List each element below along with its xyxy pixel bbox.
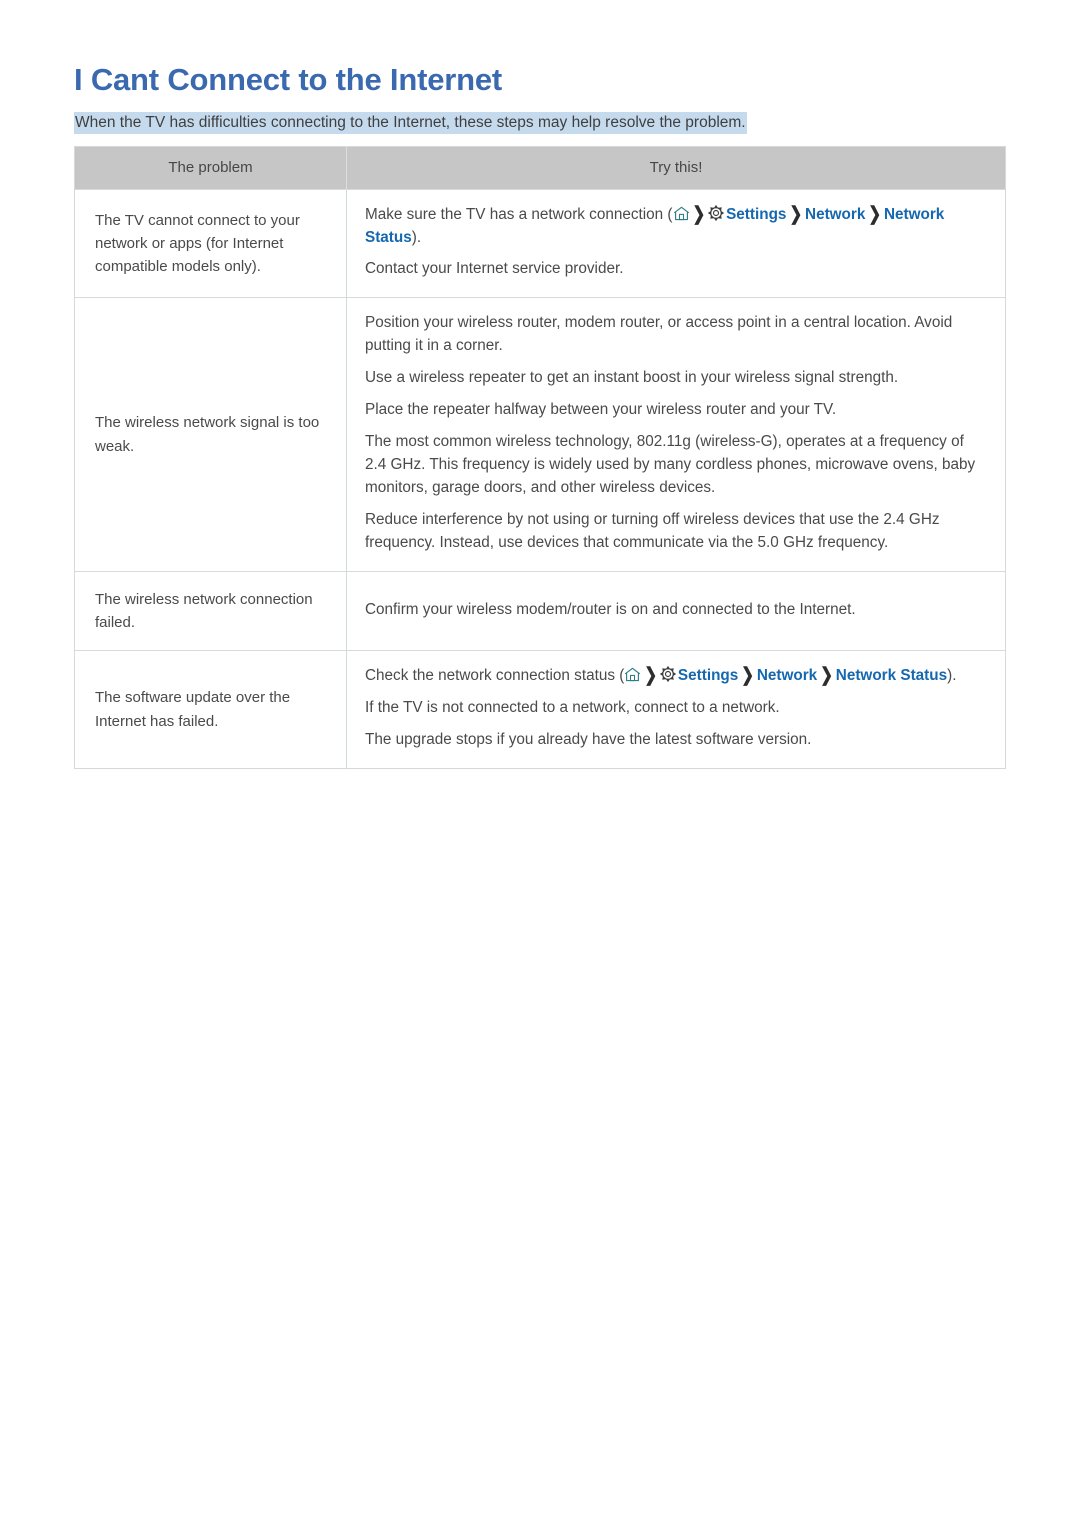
chevron-right-icon: ❯ [692,203,706,225]
page-subtitle: When the TV has difficulties connecting … [74,111,747,134]
solution-cell: Confirm your wireless modem/router is on… [346,570,1006,651]
chevron-right-icon: ❯ [789,203,803,225]
table-row: The wireless network connection failed. … [74,570,1006,651]
table-row: The software update over the Internet ha… [74,650,1006,769]
solution-item: Use a wireless repeater to get an instan… [365,369,899,387]
document-page: I Cant Connect to the Internet When the … [0,0,1080,1527]
solution-item: Contact your Internet service provider. [365,260,624,278]
table-header-row: The problem Try this! [74,146,1006,190]
problem-cell: The wireless network signal is too weak. [74,297,347,572]
solution-item: Confirm your wireless modem/router is on… [365,600,856,618]
gear-icon [708,204,726,221]
solution-cell: Make sure the TV has a network connectio… [346,188,1006,298]
column-header-try-this: Try this! [346,146,1006,190]
network-link[interactable]: Network [757,667,817,684]
solution-cell: Position your wireless router, modem rou… [346,297,1006,572]
table-row: The wireless network signal is too weak.… [74,297,1006,572]
solution-suffix-text: ). [947,667,957,685]
solution-item: The most common wireless technology, 802… [365,433,976,496]
page-subtitle-container: When the TV has difficulties connecting … [74,111,1006,134]
chevron-right-icon: ❯ [868,203,881,225]
troubleshooting-table: The problem Try this! The TV cannot conn… [74,145,1006,770]
settings-link[interactable]: Settings [678,667,738,684]
gear-icon [659,666,678,683]
solution-item: Position your wireless router, modem rou… [365,314,953,355]
solution-item: Place the repeater halfway between your … [365,401,837,419]
chevron-right-icon: ❯ [741,665,754,687]
problem-cell: The wireless network connection failed. [74,570,347,651]
network-status-link[interactable]: Network Status [836,667,947,684]
solution-prefix-text: Check the network connection status ( [365,667,625,685]
solution-item: Make sure the TV has a network connectio… [365,203,983,250]
solution-suffix-text: ). [411,228,422,246]
chevron-right-icon: ❯ [644,665,657,687]
table-body: The TV cannot connect to your network or… [74,188,1006,769]
solution-prefix-text: Make sure the TV has a network connectio… [365,205,673,223]
solution-item: Check the network connection status (❯ Se… [365,665,983,688]
chevron-right-icon: ❯ [820,665,833,687]
home-icon [624,667,641,682]
network-link[interactable]: Network [805,206,865,223]
solution-item: Reduce interference by not using or turn… [365,510,940,551]
solution-cell: Check the network connection status (❯ Se… [346,650,1006,769]
table-row: The TV cannot connect to your network or… [74,188,1006,298]
problem-cell: The TV cannot connect to your network or… [74,188,347,298]
page-content: I Cant Connect to the Internet When the … [74,62,1006,770]
column-header-problem: The problem [74,146,347,190]
page-title: I Cant Connect to the Internet [74,62,503,97]
home-icon [673,206,690,221]
solution-item: If the TV is not connected to a network,… [365,699,780,717]
settings-link[interactable]: Settings [726,206,786,223]
solution-item: The upgrade stops if you already have th… [365,731,812,749]
problem-cell: The software update over the Internet ha… [74,650,347,769]
